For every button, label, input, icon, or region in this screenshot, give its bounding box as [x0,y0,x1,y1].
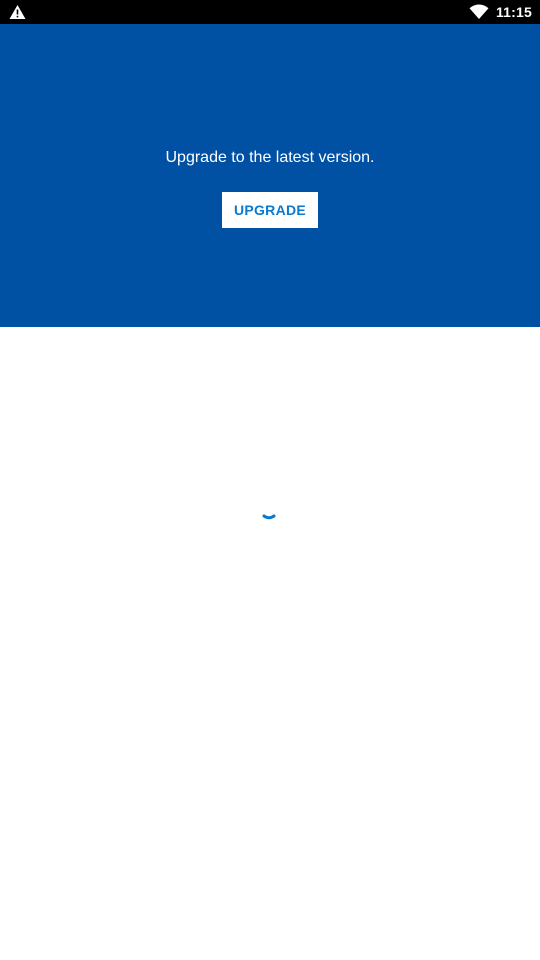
upgrade-message: Upgrade to the latest version. [165,149,375,166]
content-area [0,327,540,960]
warning-icon [9,5,26,19]
status-time: 11:15 [495,4,532,20]
upgrade-button[interactable]: UPGRADE [222,192,318,228]
wifi-icon [469,4,489,20]
spinner-icon [262,514,276,520]
upgrade-banner: Upgrade to the latest version. UPGRADE [0,24,540,327]
status-bar: 11:15 [0,0,540,24]
